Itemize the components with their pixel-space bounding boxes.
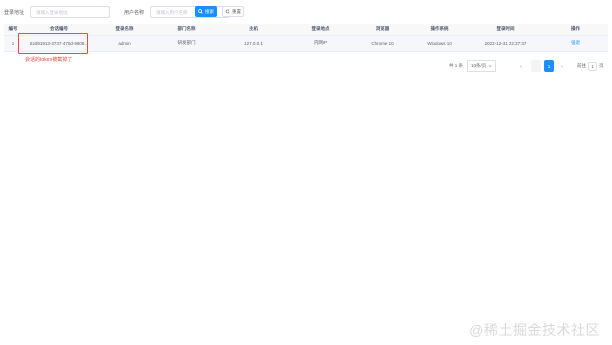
search-button-label: 搜索 <box>205 8 214 14</box>
prev-page-button[interactable]: ‹ <box>517 60 525 72</box>
login-address-input[interactable] <box>30 6 111 18</box>
cell-browser: Chrome 10 <box>354 35 411 52</box>
table-header: 编号 会话编号 登录名称 部门名称 主机 登录地点 浏览器 操作系统 登录时间 … <box>4 24 608 36</box>
watermark: @稀土掘金技术社区 <box>469 322 600 338</box>
column-header: 登录名称 <box>96 24 153 36</box>
pagination-total: 共 1 条 <box>449 63 464 68</box>
column-header: 操作系统 <box>411 24 468 36</box>
pagination: 共 1 条 10条/页 ‹ 1 › 前往 页 <box>0 60 612 72</box>
goto-suffix: 页 <box>599 63 604 68</box>
session-id-highlight <box>18 33 88 54</box>
search-icon <box>198 9 203 14</box>
page-size-value: 10条/页 <box>471 63 487 68</box>
table-row[interactable]: 1 62d91913-3737-470d-9808... admin 研发部门 … <box>4 35 608 52</box>
username-label: 用户名称 <box>124 9 145 16</box>
page-number-current[interactable]: 1 <box>544 60 554 72</box>
column-header: 操作 <box>543 24 608 36</box>
goto-label: 前往 <box>577 63 586 68</box>
next-page-button[interactable]: › <box>558 60 566 72</box>
column-header: 登录时间 <box>468 24 543 36</box>
force-logout-link[interactable]: 强退 <box>543 35 608 52</box>
page-size-select[interactable]: 10条/页 <box>467 60 497 72</box>
cell-host: 127.0.0.1 <box>220 35 287 52</box>
column-header: 主机 <box>220 24 287 36</box>
username-input[interactable] <box>150 6 231 18</box>
refresh-icon <box>225 9 230 14</box>
cell-location: 内网IP <box>287 35 354 52</box>
chevron-down-icon <box>488 65 492 67</box>
column-header: 部门名称 <box>153 24 220 36</box>
cell-login-name: admin <box>96 35 153 52</box>
column-header: 浏览器 <box>354 24 411 36</box>
cell-login-time: 2022-12-31 22:37:37 <box>468 35 543 52</box>
cell-dept: 研发部门 <box>153 35 220 52</box>
cell-os: Windows 10 <box>411 35 468 52</box>
column-header: 登录地点 <box>287 24 354 36</box>
online-users-table: 编号 会话编号 登录名称 部门名称 主机 登录地点 浏览器 操作系统 登录时间 … <box>4 24 608 52</box>
reset-button-label: 重置 <box>232 8 241 14</box>
reset-button[interactable]: 重置 <box>222 6 244 17</box>
login-address-label: 登录地址 <box>4 9 25 16</box>
goto-page-input[interactable] <box>588 61 597 71</box>
page-number-prev[interactable] <box>531 60 541 72</box>
goto-page: 前往 页 <box>577 60 604 72</box>
search-button[interactable]: 搜索 <box>195 6 217 17</box>
